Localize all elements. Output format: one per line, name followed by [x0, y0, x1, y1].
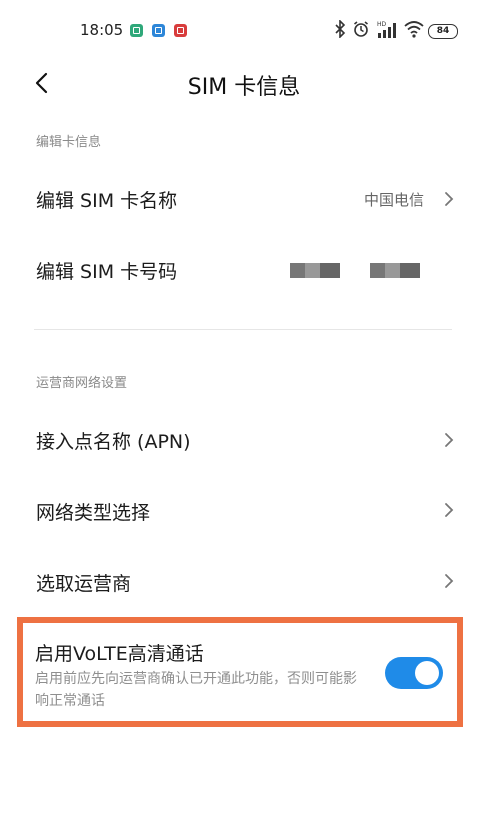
chevron-right-icon [445, 192, 454, 206]
volte-description: 启用前应先向运营商确认已开通此功能，否则可能影响正常通话 [35, 671, 357, 709]
wifi-icon [404, 21, 424, 38]
status-bar: 18:05 HD 84 [0, 0, 488, 64]
row-label: 选取运营商 [36, 573, 132, 595]
edit-sim-name-row[interactable]: 编辑 SIM 卡名称 中国电信 [0, 176, 488, 226]
masked-number-block [290, 263, 340, 278]
section-label-network: 运营商网络设置 [36, 376, 128, 391]
volte-setting-row: 启用VoLTE高清通话 启用前应先向运营商确认已开通此功能，否则可能影响正常通话 [17, 617, 463, 727]
header: SIM 卡信息 [0, 64, 488, 104]
chevron-right-icon [445, 433, 454, 447]
alarm-icon [354, 21, 368, 37]
bluetooth-icon [335, 20, 346, 38]
section-label-edit: 编辑卡信息 [36, 135, 102, 150]
row-label: 编辑 SIM 卡名称 [36, 190, 178, 212]
chevron-right-icon [445, 503, 454, 517]
select-carrier-row[interactable]: 选取运营商 [0, 557, 488, 607]
row-label: 接入点名称 (APN) [36, 431, 191, 453]
signal-icon: HD [377, 21, 396, 38]
status-time: 18:05 [80, 21, 124, 39]
masked-number-block [370, 263, 420, 278]
apn-row[interactable]: 接入点名称 (APN) [0, 416, 488, 466]
page-title: SIM 卡信息 [187, 75, 301, 100]
battery-indicator: 84 [428, 24, 458, 39]
row-label: 编辑 SIM 卡号码 [36, 261, 178, 283]
notification-mail-icon [174, 24, 187, 37]
sim-name-value: 中国电信 [363, 191, 424, 209]
volte-title: 启用VoLTE高清通话 [35, 643, 204, 665]
notification-app-icon [130, 24, 143, 37]
notification-app-icon [152, 24, 165, 37]
divider [34, 329, 452, 330]
chevron-right-icon [445, 574, 454, 588]
row-label: 网络类型选择 [36, 502, 151, 524]
volte-toggle[interactable] [385, 657, 443, 689]
hd-label: HD [377, 21, 387, 28]
network-type-row[interactable]: 网络类型选择 [0, 486, 488, 536]
edit-sim-number-row[interactable]: 编辑 SIM 卡号码 [0, 246, 488, 296]
toggle-knob [415, 661, 439, 685]
